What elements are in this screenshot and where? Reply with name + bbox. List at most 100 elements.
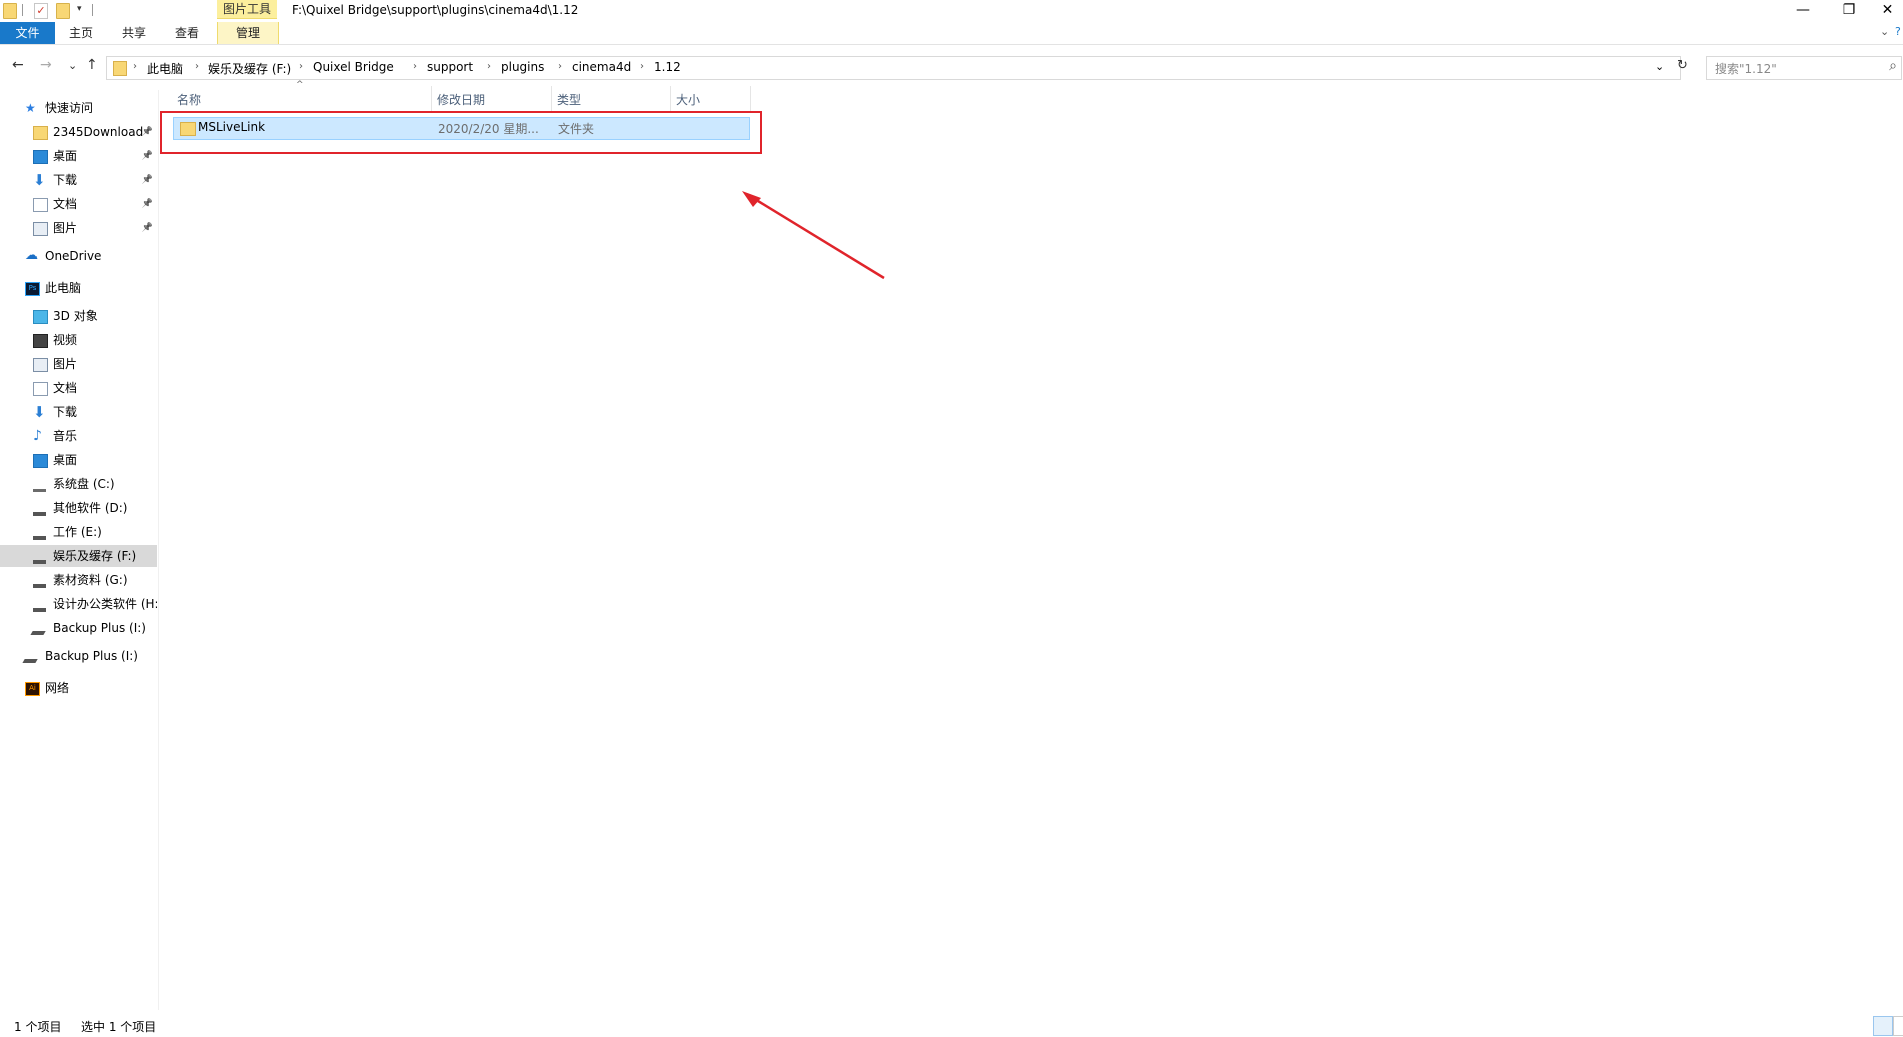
- breadcrumb-separator[interactable]: ›: [487, 61, 491, 72]
- tab-home[interactable]: 主页: [63, 22, 99, 44]
- properties-icon[interactable]: ✓: [34, 3, 48, 19]
- column-separator[interactable]: [551, 86, 552, 112]
- tab-view[interactable]: 查看: [169, 22, 205, 44]
- breadcrumb-separator[interactable]: ›: [133, 61, 137, 72]
- sidebar-item-label: 图片: [53, 221, 78, 235]
- large-icons-view-icon[interactable]: [1893, 1016, 1903, 1036]
- sidebar-item[interactable]: 其他软件 (D:): [0, 497, 157, 519]
- sidebar-item[interactable]: ♪ 音乐: [0, 425, 157, 447]
- column-header-date-modified[interactable]: 修改日期: [437, 90, 485, 110]
- restore-button[interactable]: ❐: [1826, 0, 1872, 22]
- tab-file[interactable]: 文件: [0, 22, 55, 44]
- sidebar-item[interactable]: 工作 (E:): [0, 521, 157, 543]
- recent-locations-icon[interactable]: ⌄: [68, 59, 77, 72]
- window-title: F:\Quixel Bridge\support\plugins\cinema4…: [292, 3, 579, 17]
- tab-manage[interactable]: 管理: [217, 22, 279, 44]
- help-icon[interactable]: ?: [1895, 25, 1901, 38]
- sidebar-item[interactable]: 系统盘 (C:): [0, 473, 157, 495]
- breadcrumb-current[interactable]: 1.12: [654, 60, 681, 74]
- sidebar-item-label: 文档: [53, 381, 78, 395]
- title-bar: ✓ ▾ 图片工具 F:\Quixel Bridge\support\plugin…: [0, 0, 1903, 22]
- customize-quick-access-icon[interactable]: ▾: [77, 4, 82, 14]
- sidebar-item[interactable]: 图片: [0, 353, 157, 375]
- sidebar-item[interactable]: 娱乐及缓存 (F:): [0, 545, 157, 567]
- column-separator[interactable]: [431, 86, 432, 112]
- folder-icon: [33, 126, 48, 140]
- sidebar-item[interactable]: 文档 📌: [0, 193, 157, 215]
- breadcrumb-separator[interactable]: ›: [299, 61, 303, 72]
- column-separator[interactable]: [750, 86, 751, 112]
- sidebar-item[interactable]: Ai 网络: [0, 677, 157, 699]
- refresh-icon[interactable]: ↻: [1677, 58, 1688, 73]
- breadcrumb-support[interactable]: support: [427, 60, 473, 74]
- sidebar-item[interactable]: 图片 📌: [0, 217, 157, 239]
- sidebar-item[interactable]: 2345Download 📌: [0, 121, 157, 143]
- sidebar-item[interactable]: ⬇ 下载 📌: [0, 169, 157, 191]
- breadcrumb-separator[interactable]: ›: [640, 61, 644, 72]
- sidebar-item-label: 工作 (E:): [53, 525, 102, 539]
- annotation-arrow-head: [742, 191, 761, 207]
- drive-icon: [33, 506, 46, 516]
- download-icon: ⬇: [33, 403, 46, 421]
- sidebar-item-label: 桌面: [53, 149, 78, 163]
- address-dropdown-icon[interactable]: ⌄: [1655, 60, 1664, 73]
- address-bar[interactable]: › 此电脑 › 娱乐及缓存 (F:) › Quixel Bridge › sup…: [106, 56, 1688, 80]
- breadcrumb-separator[interactable]: ›: [195, 61, 199, 72]
- sidebar-item[interactable]: 视频: [0, 329, 157, 351]
- column-header-size[interactable]: 大小: [676, 90, 700, 110]
- details-view-icon[interactable]: [1873, 1016, 1893, 1036]
- sidebar-item[interactable]: 设计办公类软件 (H:: [0, 593, 157, 615]
- breadcrumb-drive-f[interactable]: 娱乐及缓存 (F:): [208, 60, 291, 77]
- pin-icon: 📌: [141, 127, 153, 137]
- back-icon[interactable]: ←: [12, 57, 24, 73]
- up-icon[interactable]: ↑: [86, 57, 98, 73]
- sidebar-item[interactable]: 桌面 📌: [0, 145, 157, 167]
- sidebar-item-label: 下载: [53, 173, 78, 187]
- sidebar-item-label: 音乐: [53, 429, 78, 443]
- annotation-arrow-shaft: [757, 199, 885, 280]
- search-input[interactable]: 搜索"1.12" ⌕: [1706, 56, 1902, 80]
- breadcrumb-cinema4d[interactable]: cinema4d: [572, 60, 631, 74]
- sidebar-item[interactable]: ★ 快速访问: [0, 97, 157, 119]
- column-separator[interactable]: [670, 86, 671, 112]
- search-icon[interactable]: ⌕: [1889, 58, 1897, 74]
- breadcrumb-quixel-bridge[interactable]: Quixel Bridge: [313, 60, 394, 74]
- breadcrumb-separator[interactable]: ›: [558, 61, 562, 72]
- tab-share[interactable]: 共享: [116, 22, 152, 44]
- sidebar-item[interactable]: 桌面: [0, 449, 157, 471]
- cloud-icon: ☁: [25, 248, 38, 263]
- sidebar-item[interactable]: 素材资料 (G:): [0, 569, 157, 591]
- breadcrumb-this-pc[interactable]: 此电脑: [147, 60, 183, 77]
- picture-icon: [33, 358, 48, 372]
- sidebar-item[interactable]: 3D 对象: [0, 305, 157, 327]
- context-tab-picture-tools: 图片工具: [217, 0, 277, 19]
- column-header-type[interactable]: 类型: [557, 90, 581, 110]
- sidebar-item[interactable]: Backup Plus (I:): [0, 617, 157, 639]
- pane-divider[interactable]: [158, 90, 159, 1010]
- external-drive-icon: [22, 654, 41, 663]
- sidebar-item-label: 3D 对象: [53, 309, 98, 323]
- annotation-highlight-box: [160, 111, 762, 154]
- sidebar-item[interactable]: ⬇ 下载: [0, 401, 157, 423]
- expand-ribbon-icon[interactable]: ⌄: [1880, 25, 1889, 38]
- new-folder-icon[interactable]: [56, 3, 70, 19]
- close-button[interactable]: ✕: [1872, 0, 1903, 22]
- drive-icon: [33, 530, 46, 540]
- annotation-arrow: [742, 191, 885, 280]
- sidebar-item-label: 系统盘 (C:): [53, 477, 115, 491]
- forward-icon[interactable]: →: [40, 57, 52, 73]
- breadcrumb-separator[interactable]: ›: [413, 61, 417, 72]
- sidebar-item-label: 娱乐及缓存 (F:): [53, 549, 137, 563]
- minimize-button[interactable]: —: [1780, 0, 1826, 22]
- sidebar-item-label: 网络: [45, 681, 70, 695]
- sidebar-item-label: OneDrive: [45, 249, 102, 263]
- sidebar-item[interactable]: Ps 此电脑: [0, 277, 157, 299]
- item-count: 1 个项目: [14, 1020, 62, 1034]
- sidebar-item-label: 此电脑: [45, 281, 82, 295]
- document-icon: [33, 382, 48, 396]
- column-header-name[interactable]: 名称: [177, 90, 201, 110]
- breadcrumb-plugins[interactable]: plugins: [501, 60, 544, 74]
- sidebar-item[interactable]: ☁ OneDrive: [0, 245, 157, 267]
- sidebar-item[interactable]: Backup Plus (I:): [0, 645, 157, 667]
- sidebar-item[interactable]: 文档: [0, 377, 157, 399]
